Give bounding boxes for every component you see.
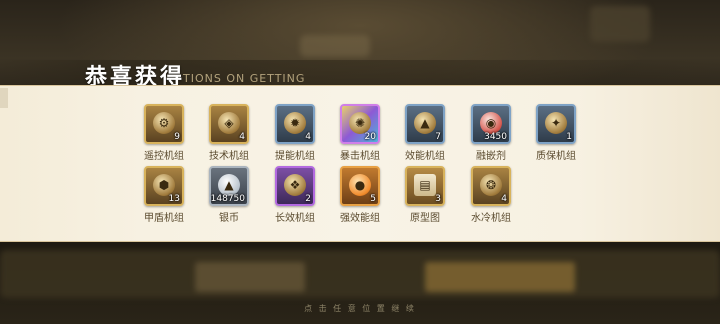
blueprint-icon: ▤ (414, 174, 436, 196)
reward-label: 质保机组 (536, 151, 576, 162)
reward-label: 技术机组 (209, 151, 249, 162)
reward-item[interactable]: ❖ 2 长效机组 (270, 166, 320, 224)
reward-label: 遥控机组 (144, 151, 184, 162)
reward-count: 4 (239, 132, 245, 142)
reward-label: 水冷机组 (471, 213, 511, 224)
reward-card: ✺ 20 (340, 104, 380, 144)
armor-chip-icon: ⬢ (153, 174, 175, 196)
reward-count: 5 (370, 194, 376, 204)
background-decoration (590, 6, 650, 42)
side-tab (0, 88, 8, 108)
reward-item[interactable]: ⬢ 13 甲盾机组 (139, 166, 189, 224)
reward-count: 20 (364, 132, 376, 142)
continue-hint: 点 击 任 意 位 置 继 续 (304, 304, 416, 313)
reward-card: ⬢ 13 (144, 166, 184, 206)
reward-item[interactable]: ▤ 3 原型图 (400, 166, 450, 224)
reward-card: ⚙ 9 (144, 104, 184, 144)
reward-count: 148750 (210, 194, 245, 204)
reward-label: 融嵌剂 (476, 151, 506, 162)
reward-count: 4 (501, 194, 507, 204)
background-button (425, 262, 575, 292)
reward-count: 7 (435, 132, 441, 142)
capsule-icon: ◉ (480, 112, 502, 134)
reward-label: 提能机组 (275, 151, 315, 162)
sun-gear-icon: ✹ (284, 112, 306, 134)
reward-item[interactable]: ▲ 7 效能机组 (400, 104, 450, 162)
reward-item[interactable]: ⚙ 9 遥控机组 (139, 104, 189, 162)
silver-coin-icon: ▲ (218, 174, 240, 196)
reward-label: 银币 (219, 213, 239, 224)
reward-count: 2 (305, 194, 311, 204)
reward-count: 1 (566, 132, 572, 142)
reward-item[interactable]: ● 5 强效能组 (335, 166, 385, 224)
reward-label: 暴击机组 (340, 151, 380, 162)
reward-count: 13 (168, 194, 180, 204)
reward-card: ● 5 (340, 166, 380, 206)
reward-card: ◈ 4 (209, 104, 249, 144)
reward-item[interactable]: ◈ 4 技术机组 (204, 104, 254, 162)
reward-label: 甲盾机组 (144, 213, 184, 224)
long-chip-icon: ❖ (284, 174, 306, 196)
reward-card: ▲ 148750 (209, 166, 249, 206)
reward-card: ✹ 4 (275, 104, 315, 144)
reward-label: 原型图 (410, 213, 440, 224)
triangle-core-icon: ▲ (414, 112, 436, 134)
reward-card: ❂ 4 (471, 166, 511, 206)
burst-icon: ✺ (349, 112, 371, 134)
reward-item[interactable]: ▲ 148750 银币 (204, 166, 254, 224)
reward-item[interactable]: ✺ 20 暴击机组 (335, 104, 385, 162)
reward-card: ◉ 3450 (471, 104, 511, 144)
reward-label: 长效机组 (275, 213, 315, 224)
gear-chip-icon: ⚙ (153, 112, 175, 134)
background-decoration (300, 35, 370, 57)
background-bottom-bar (0, 250, 720, 298)
reward-item[interactable]: ✦ 1 质保机组 (531, 104, 581, 162)
reward-count: 3450 (484, 132, 507, 142)
reward-count: 3 (435, 194, 441, 204)
chip-icon: ◈ (218, 112, 240, 134)
reward-card: ❖ 2 (275, 166, 315, 206)
reward-item[interactable]: ❂ 4 水冷机组 (466, 166, 516, 224)
reward-label: 效能机组 (405, 151, 445, 162)
orb-icon: ● (349, 174, 371, 196)
reward-count: 9 (174, 132, 180, 142)
reward-card: ✦ 1 (536, 104, 576, 144)
reward-card: ▤ 3 (405, 166, 445, 206)
reward-item[interactable]: ✹ 4 提能机组 (270, 104, 320, 162)
reward-item[interactable]: ◉ 3450 融嵌剂 (466, 104, 516, 162)
shield-chip-icon: ✦ (545, 112, 567, 134)
reward-count: 4 (305, 132, 311, 142)
cooling-chip-icon: ❂ (480, 174, 502, 196)
background-button (195, 262, 305, 292)
page-subtitle: TIONS ON GETTING (183, 72, 306, 85)
reward-card: ▲ 7 (405, 104, 445, 144)
reward-label: 强效能组 (340, 213, 380, 224)
